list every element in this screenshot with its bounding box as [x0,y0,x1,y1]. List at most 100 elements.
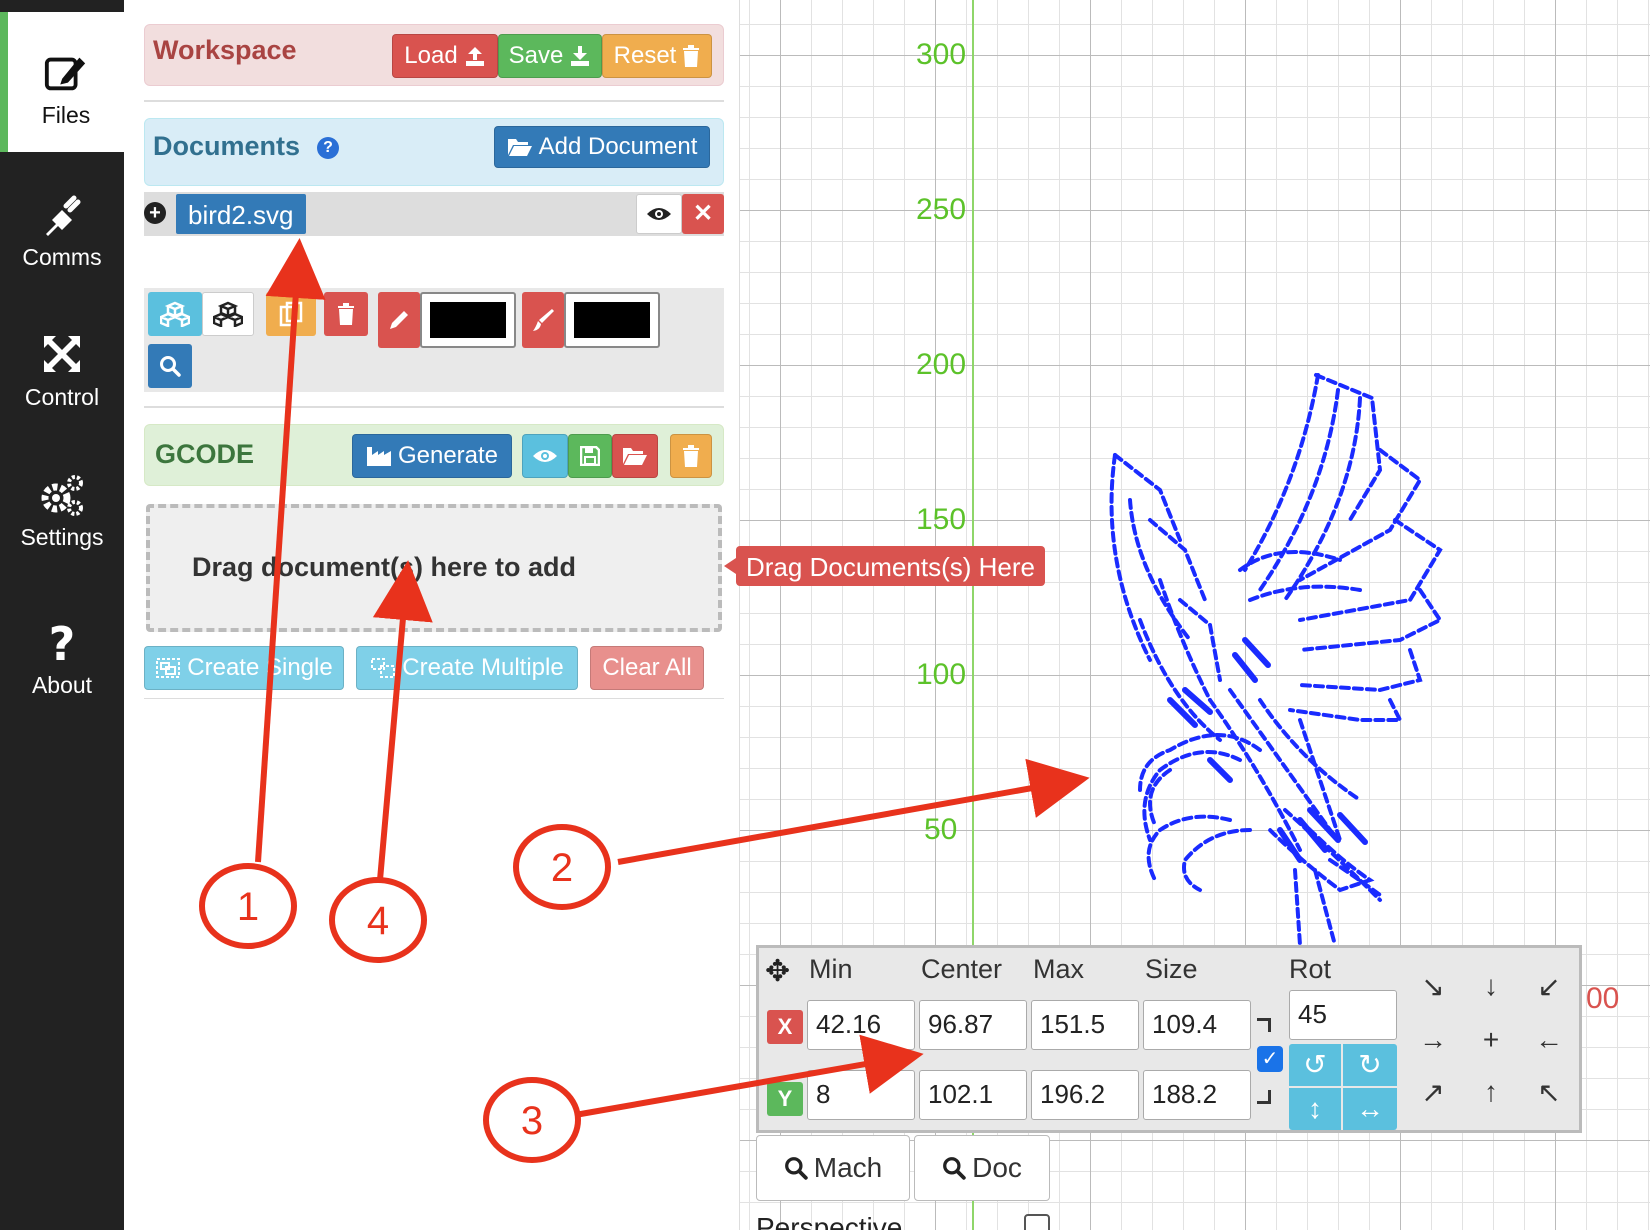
create-multiple-button[interactable]: Create Multiple [356,646,578,690]
eye-icon [647,208,671,220]
question-icon: ? [49,618,76,666]
factory-icon [366,447,391,466]
search-icon [160,356,181,377]
clone-button[interactable] [266,292,316,336]
transform-dialog: ✥ Min Center Max Size Rot X 42.16 96.87 … [756,945,1582,1133]
x-center-input[interactable]: 96.87 [919,1000,1027,1050]
divider [144,698,724,699]
gears-icon [41,475,83,516]
trash-icon [683,445,699,467]
arrows-icon [44,336,80,372]
trash-icon [683,45,700,67]
aspect-bracket-top [1257,1018,1271,1032]
pencil-icon [390,311,408,329]
select-all-button[interactable] [148,292,202,336]
documents-title: Documents [153,131,301,161]
workspace-title: Workspace [153,35,297,65]
sidebar-item-about[interactable]: ? About [0,610,124,750]
delete-button[interactable] [324,292,368,336]
rot-header: Rot [1289,954,1332,984]
remove-document-button[interactable]: ✕ [682,194,724,234]
y-axis-badge: Y [767,1082,803,1116]
document-row: + bird2.svg ✕ [144,192,724,236]
align-left-button[interactable]: → [1413,1024,1453,1056]
create-single-button[interactable]: Create Single [144,646,344,690]
flip-vertical-button[interactable]: ↕ [1289,1088,1341,1130]
view-gcode-button[interactable] [522,434,568,478]
y-min-input[interactable]: 8 [807,1070,915,1120]
eye-icon [533,450,557,462]
floppy-icon [580,446,600,466]
plug-icon [46,195,81,236]
open-gcode-button[interactable] [612,434,658,478]
move-icon[interactable]: ✥ [765,954,790,989]
x-axis-badge: X [767,1010,803,1044]
perspective-checkbox[interactable] [1024,1214,1050,1230]
upload-icon [465,47,484,66]
sidebar-item-settings[interactable]: Settings [0,460,124,600]
rotate-ccw-button[interactable]: ↺ [1289,1044,1341,1086]
align-bottom-left-button[interactable]: ↗ [1413,1076,1453,1109]
doc-button[interactable]: Doc [914,1135,1050,1201]
mach-button[interactable]: Mach [756,1135,910,1201]
fill-color-button[interactable] [522,292,564,348]
trash-icon [338,303,354,325]
folder-open-icon [507,139,532,156]
x-max-input[interactable]: 151.5 [1031,1000,1139,1050]
zoom-button[interactable] [148,344,192,388]
visibility-button[interactable] [636,194,682,234]
save-gcode-button[interactable] [568,434,612,478]
sidebar-item-label: About [31,672,93,698]
align-top-right-button[interactable]: ↙ [1529,970,1569,1003]
stroke-color-swatch[interactable] [420,292,516,348]
drop-tooltip: Drag Documents(s) Here [724,546,1045,586]
align-bottom-right-button[interactable]: ↖ [1529,1076,1569,1109]
search-icon [943,1157,966,1180]
y-size-input[interactable]: 188.2 [1143,1070,1251,1120]
rotation-input[interactable]: 45 [1289,990,1397,1040]
x-size-input[interactable]: 109.4 [1143,1000,1251,1050]
download-icon [571,46,590,66]
y-max-input[interactable]: 196.2 [1031,1070,1139,1120]
align-center-button[interactable]: + [1471,1024,1511,1056]
document-name[interactable]: bird2.svg [176,194,306,234]
clear-all-button[interactable]: Clear All [590,646,704,690]
sidebar-item-control[interactable]: Control [0,320,124,460]
copy-icon [279,301,303,327]
lock-aspect-checkbox[interactable]: ✓ [1257,1046,1283,1072]
help-icon[interactable]: ? [317,137,339,159]
max-header: Max [1033,954,1085,984]
min-header: Min [809,954,853,984]
flip-horizontal-button[interactable]: ↔ [1343,1088,1397,1130]
align-top-left-button[interactable]: ↘ [1413,970,1453,1003]
select-none-button[interactable] [202,292,254,336]
size-header: Size [1145,954,1198,984]
rotate-cw-button[interactable]: ↻ [1343,1044,1397,1086]
sidebar-item-label: Control [24,384,100,410]
expand-icon[interactable]: + [144,202,166,224]
load-button[interactable]: Load [392,34,498,78]
sidebar-item-comms[interactable]: Comms [0,180,124,320]
object-ungroup-icon [371,658,396,678]
gcode-drop-zone[interactable]: Drag document(s) here to add [146,504,722,632]
sidebar-item-label: Comms [22,244,102,270]
perspective-label: Perspective [756,1212,903,1230]
stroke-color-button[interactable] [378,292,420,348]
cubes-icon [213,301,243,327]
fill-color-swatch[interactable] [564,292,660,348]
clear-gcode-button[interactable] [670,434,712,478]
generate-button[interactable]: Generate [352,434,512,478]
align-bottom-button[interactable]: ↑ [1471,1076,1511,1108]
align-top-button[interactable]: ↓ [1471,970,1511,1002]
search-icon [784,1157,808,1180]
x-min-input[interactable]: 42.16 [807,1000,915,1050]
align-right-button[interactable]: ← [1529,1024,1569,1056]
add-document-button[interactable]: Add Document [494,126,710,168]
y-center-input[interactable]: 102.1 [919,1070,1027,1120]
sidebar-item-files[interactable]: Files [0,12,124,152]
reset-button[interactable]: Reset [602,34,712,78]
tooltip-arrow [724,558,736,574]
edit-icon [44,57,86,91]
sidebar-item-label: Settings [20,524,104,550]
save-button[interactable]: Save [498,34,602,78]
